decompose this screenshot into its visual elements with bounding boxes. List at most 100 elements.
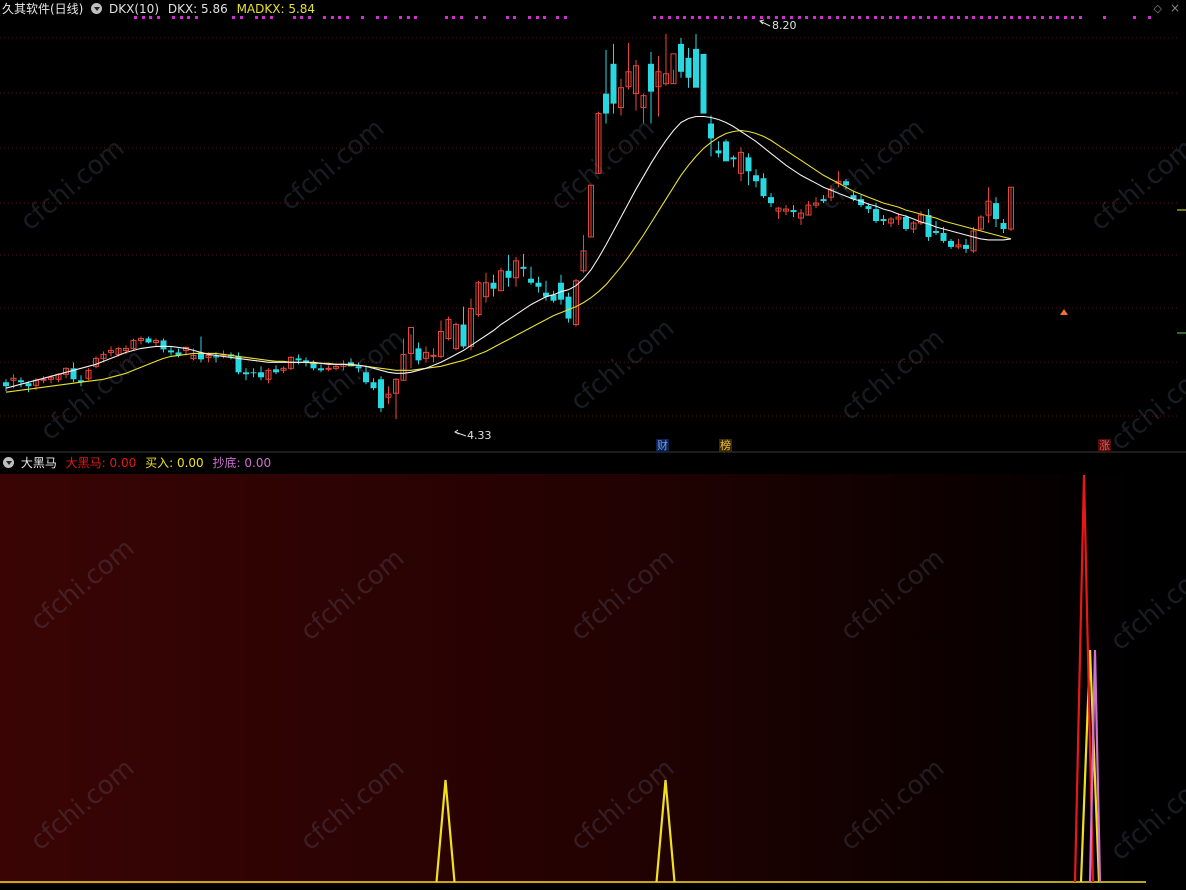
signal-dot (965, 16, 968, 19)
signal-dot (376, 16, 379, 19)
signal-dot (912, 16, 915, 19)
candle-body (603, 93, 609, 114)
candle (468, 298, 474, 351)
signal-dot (683, 16, 686, 19)
signal-dot (543, 16, 546, 19)
candle-body (880, 219, 887, 222)
signal-dot (957, 16, 960, 19)
signal-dot (1103, 16, 1106, 19)
signal-dot (445, 16, 448, 19)
candle (460, 306, 467, 349)
limit-up-badge[interactable]: 涨 (1098, 439, 1111, 452)
signal-dot (172, 16, 175, 19)
candle-body (243, 372, 249, 375)
candle (633, 59, 639, 111)
signal-dot (767, 16, 770, 19)
candle-body (310, 363, 317, 369)
signal-dot (691, 16, 694, 19)
candle (378, 376, 384, 413)
signal-dot (270, 16, 273, 19)
candle-body (3, 382, 9, 387)
candle (663, 33, 669, 86)
candle (565, 292, 572, 323)
candle (910, 221, 917, 233)
candle (880, 215, 887, 226)
candle (760, 173, 767, 199)
candle-body (258, 372, 264, 378)
candle (550, 290, 557, 303)
signal-dot (904, 16, 907, 19)
candle (558, 274, 564, 305)
signal-dot (232, 16, 235, 19)
candle (475, 280, 482, 317)
candle (625, 42, 632, 90)
candle (670, 53, 677, 85)
candle-body (993, 203, 999, 220)
candle (610, 43, 617, 114)
signal-dot (149, 16, 152, 19)
low-marker: 4.33 (454, 429, 492, 442)
candle (453, 322, 459, 351)
candle (355, 362, 362, 373)
candle (438, 320, 444, 359)
indicator-background (0, 474, 1146, 884)
signal-dot (988, 16, 991, 19)
candle (198, 336, 204, 363)
candle (393, 378, 399, 420)
candle-body (843, 181, 849, 186)
signal-dot (752, 16, 755, 19)
candle-body (820, 199, 827, 202)
candle (93, 356, 99, 369)
signal-dot (142, 16, 145, 19)
signal-dot (536, 16, 539, 19)
signal-dot (308, 16, 311, 19)
candle (160, 338, 167, 353)
candle (520, 253, 527, 277)
candle-body (565, 296, 572, 319)
signal-dot (950, 16, 953, 19)
signal-dot (896, 16, 899, 19)
candle (798, 209, 804, 226)
candle (753, 169, 759, 188)
candle-body (318, 368, 324, 371)
candle (715, 141, 722, 158)
finance-badge[interactable]: 财 (656, 439, 669, 452)
candle (243, 368, 249, 381)
signal-dot (262, 16, 265, 19)
signal-dot (255, 16, 258, 19)
signal-dot (1049, 16, 1052, 19)
candle-body (760, 178, 767, 197)
signal-dot (1064, 16, 1067, 19)
high-label: 8.20 (772, 19, 797, 32)
signal-dot (980, 16, 983, 19)
signal-dot (820, 16, 823, 19)
candle (648, 51, 654, 124)
signal-dot (653, 16, 656, 19)
candle (655, 55, 662, 117)
candle-body (460, 324, 467, 347)
signal-dot (513, 16, 516, 19)
candle (730, 155, 737, 168)
candle-body (610, 63, 617, 104)
signal-dot (414, 16, 417, 19)
candle-body (1000, 223, 1007, 229)
candle-body (648, 63, 654, 92)
candle (708, 115, 714, 157)
signal-dot (1003, 16, 1006, 19)
candle-body (213, 356, 219, 358)
signal-dot (293, 16, 296, 19)
candle-body (678, 43, 684, 72)
candle (738, 147, 744, 182)
candle (775, 207, 782, 220)
signal-dot (134, 16, 137, 19)
candle (3, 379, 9, 392)
signal-dot (714, 16, 717, 19)
candle-body (685, 57, 692, 78)
candle (580, 234, 587, 273)
candle (603, 49, 609, 124)
candle (415, 342, 422, 365)
signal-dot (361, 16, 364, 19)
ranking-badge[interactable]: 榜 (719, 439, 732, 452)
candle (723, 139, 729, 162)
candle-body (295, 358, 302, 361)
